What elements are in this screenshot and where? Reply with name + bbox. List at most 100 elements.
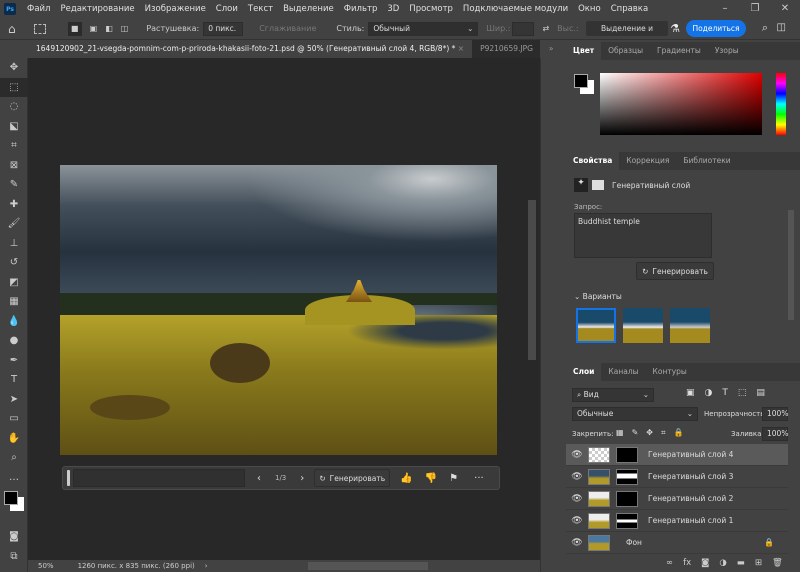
object-select-tool-icon[interactable]: ⬕ xyxy=(0,117,28,137)
tab-patterns[interactable]: Узоры xyxy=(708,42,746,60)
blend-mode-select[interactable]: Обычные⌄ xyxy=(572,407,698,421)
tab-layers[interactable]: Слои xyxy=(566,363,601,381)
tab-libraries[interactable]: Библиотеки xyxy=(676,152,737,170)
flag-icon[interactable]: ⚑ xyxy=(449,473,458,484)
lock-transparency-icon[interactable]: ▦ xyxy=(616,428,624,438)
drag-handle[interactable] xyxy=(67,470,70,486)
opacity-input[interactable]: 100% xyxy=(762,407,788,421)
more-tabs-icon[interactable]: » xyxy=(541,40,562,58)
new-selection-icon[interactable]: ■ xyxy=(68,22,82,36)
eraser-tool-icon[interactable]: ◩ xyxy=(0,273,28,293)
menu-layers[interactable]: Слои xyxy=(211,4,243,14)
shape-filter-icon[interactable]: ⬚ xyxy=(738,388,747,398)
layer-row[interactable]: 👁Генеративный слой 1 xyxy=(566,510,788,532)
feather-input[interactable]: 0 пикс. xyxy=(203,22,243,36)
tab-adjustments[interactable]: Коррекция xyxy=(619,152,676,170)
tab-document-2[interactable]: P9210659.JPG xyxy=(472,40,541,58)
marquee-tool-icon[interactable] xyxy=(34,24,46,34)
frame-tool-icon[interactable]: ⊠ xyxy=(0,156,28,176)
screen-mode-icon[interactable]: ⧉ xyxy=(0,547,28,567)
menu-select[interactable]: Выделение xyxy=(278,4,339,14)
eyedropper-tool-icon[interactable]: ✎ xyxy=(0,175,28,195)
menu-edit[interactable]: Редактирование xyxy=(55,4,139,14)
close-icon[interactable]: ✕ xyxy=(770,0,800,18)
generate-button[interactable]: ↻Генерировать xyxy=(314,469,390,487)
smart-object-filter-icon[interactable]: ▤ xyxy=(756,388,765,398)
flask-icon[interactable]: ⚗ xyxy=(670,22,680,35)
type-filter-icon[interactable]: T xyxy=(722,388,728,398)
healing-brush-icon[interactable]: ✚ xyxy=(0,195,28,215)
menu-plugins[interactable]: Подключаемые модули xyxy=(458,4,573,14)
tab-document-1[interactable]: 1649120902_21-vsegda-pomnim-com-p-prirod… xyxy=(28,40,472,58)
visibility-eye-icon[interactable]: 👁 xyxy=(566,494,588,504)
fx-icon[interactable]: fx xyxy=(683,558,691,568)
home-icon[interactable]: ⌂ xyxy=(8,22,16,36)
link-layers-icon[interactable]: ∞ xyxy=(666,558,673,568)
dodge-tool-icon[interactable]: ● xyxy=(0,331,28,351)
adjustment-layer-icon[interactable]: ◑ xyxy=(719,558,726,568)
rectangle-tool-icon[interactable]: ▭ xyxy=(0,409,28,429)
marquee-tool-icon[interactable]: ⬚ xyxy=(0,78,28,98)
lasso-tool-icon[interactable]: ◌ xyxy=(0,97,28,117)
visibility-eye-icon[interactable]: 👁 xyxy=(566,472,588,482)
layer-row[interactable]: 👁Генеративный слой 4 xyxy=(566,444,788,466)
hand-tool-icon[interactable]: ✋ xyxy=(0,429,28,449)
brush-tool-icon[interactable]: 🖌 xyxy=(0,214,28,234)
share-button[interactable]: Поделиться xyxy=(686,20,746,37)
add-mask-icon[interactable]: ◙ xyxy=(701,558,709,568)
layer-row[interactable]: 👁Генеративный слой 3 xyxy=(566,466,788,488)
new-layer-icon[interactable]: ⊞ xyxy=(755,558,762,568)
properties-generate-button[interactable]: ↻Генерировать xyxy=(636,262,714,280)
lock-position-icon[interactable]: ✥ xyxy=(646,428,653,438)
layer-filter-select[interactable]: ⌕ Вид⌄ xyxy=(572,388,654,402)
minimize-icon[interactable]: – xyxy=(710,0,740,18)
properties-scrollbar[interactable] xyxy=(788,210,794,320)
intersect-selection-icon[interactable]: ◫ xyxy=(121,24,129,33)
layer-row[interactable]: 👁Фон🔒 xyxy=(566,532,788,554)
tab-swatches[interactable]: Образцы xyxy=(601,42,650,60)
thumbs-down-icon[interactable]: 👎 xyxy=(425,473,437,484)
visibility-eye-icon[interactable]: 👁 xyxy=(566,538,588,548)
variants-header[interactable]: ⌄ Варианты xyxy=(574,292,622,301)
pen-tool-icon[interactable]: ✒ xyxy=(0,351,28,371)
foreground-color[interactable] xyxy=(574,74,588,88)
layer-row[interactable]: 👁Генеративный слой 2 xyxy=(566,488,788,510)
style-select[interactable]: Обычный⌄ xyxy=(368,22,478,36)
visibility-eye-icon[interactable]: 👁 xyxy=(566,516,588,526)
menu-window[interactable]: Окно xyxy=(573,4,606,14)
menu-view[interactable]: Просмотр xyxy=(404,4,458,14)
tab-color[interactable]: Цвет xyxy=(566,42,601,60)
fill-input[interactable]: 100% xyxy=(762,427,788,441)
variant-thumbnail-3[interactable] xyxy=(670,308,710,343)
move-tool-icon[interactable]: ✥ xyxy=(0,58,28,78)
next-variant-icon[interactable]: › xyxy=(300,473,304,484)
more-tools-icon[interactable]: … xyxy=(0,468,28,488)
workspace-icon[interactable]: ◫ xyxy=(777,22,786,33)
menu-type[interactable]: Текст xyxy=(243,4,278,14)
menu-filter[interactable]: Фильтр xyxy=(339,4,383,14)
antialias-checkbox[interactable]: Сглаживание xyxy=(259,24,316,33)
gradient-tool-icon[interactable]: ▦ xyxy=(0,292,28,312)
vertical-scrollbar[interactable] xyxy=(528,200,536,360)
lock-pixels-icon[interactable]: ✎ xyxy=(632,428,639,438)
blur-tool-icon[interactable]: 💧 xyxy=(0,312,28,332)
lock-all-icon[interactable]: 🔒 xyxy=(673,428,683,438)
subtract-selection-icon[interactable]: ◧ xyxy=(105,24,113,33)
variant-thumbnail-2[interactable] xyxy=(623,308,663,343)
variant-thumbnail-1[interactable] xyxy=(576,308,616,343)
tab-channels[interactable]: Каналы xyxy=(601,363,645,381)
clone-stamp-icon[interactable]: ⊥ xyxy=(0,234,28,254)
menu-image[interactable]: Изображение xyxy=(140,4,211,14)
add-selection-icon[interactable]: ▣ xyxy=(90,24,98,33)
quick-mask-icon[interactable]: ◙ xyxy=(0,527,28,547)
tab-gradients[interactable]: Градиенты xyxy=(650,42,708,60)
menu-3d[interactable]: 3D xyxy=(382,4,404,14)
tab-paths[interactable]: Контуры xyxy=(646,363,694,381)
prompt-textarea[interactable]: Buddhist temple xyxy=(574,213,712,258)
swap-icon[interactable]: ⇄ xyxy=(542,24,549,33)
foreground-color-swatch[interactable] xyxy=(4,491,18,505)
search-icon[interactable]: ⌕ xyxy=(762,21,768,35)
pixel-filter-icon[interactable]: ▣ xyxy=(686,388,695,398)
width-input[interactable] xyxy=(512,22,534,36)
status-menu-icon[interactable]: › xyxy=(205,562,208,570)
